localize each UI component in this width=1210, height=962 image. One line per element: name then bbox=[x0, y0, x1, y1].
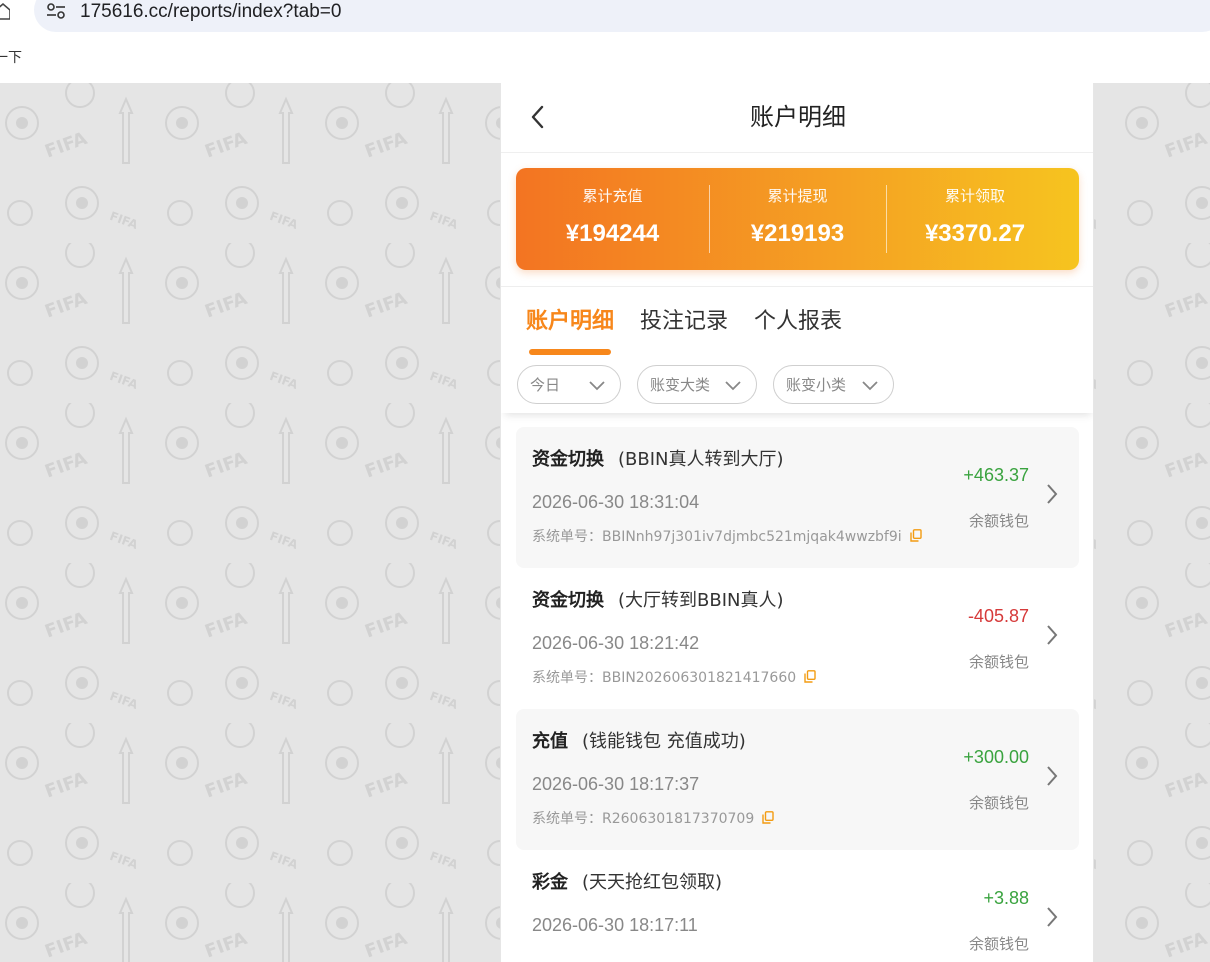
record-amount: +3.88 bbox=[983, 888, 1029, 908]
tab-bar: 账户明细 投注记录 个人报表 bbox=[501, 297, 1093, 357]
tab-indicator bbox=[529, 349, 611, 355]
record-title: 资金切换 (大厅转到BBIN真人) bbox=[532, 588, 784, 614]
record-type: 资金切换 bbox=[532, 449, 604, 470]
page-title: 账户明细 bbox=[750, 103, 846, 131]
chevron-right-icon bbox=[1047, 766, 1058, 786]
app-panel: 账户明细 累计充值 ¥194244 累计提现 ¥219193 累计领取 ¥337… bbox=[500, 83, 1094, 962]
total-claimed-value: ¥3370.27 bbox=[924, 220, 1026, 247]
date-filter-label: 今日 bbox=[530, 376, 561, 394]
tab-bet-records[interactable]: 投注记录 bbox=[640, 307, 728, 337]
chevron-down-icon bbox=[862, 381, 878, 391]
chevron-right-icon bbox=[1047, 484, 1058, 504]
record-wallet: 余额钱包 bbox=[968, 512, 1029, 530]
record-time: 2026-06-30 18:21:42 bbox=[532, 633, 700, 653]
nav-bar: 账户明细 bbox=[501, 83, 1093, 153]
record-type: 彩金 bbox=[532, 872, 568, 893]
total-deposit-value: ¥194244 bbox=[565, 220, 660, 247]
copy-icon[interactable] bbox=[909, 529, 922, 542]
list-item[interactable]: 充值 (钱能钱包 充值成功) 2026-06-30 18:17:37 系统单号：R… bbox=[516, 709, 1079, 850]
order-number: BBIN202606301821417660 bbox=[602, 670, 797, 686]
record-title: 资金切换 (BBIN真人转到大厅) bbox=[532, 447, 784, 473]
record-title: 充值 (钱能钱包 充值成功) bbox=[532, 729, 746, 755]
tab-personal-report[interactable]: 个人报表 bbox=[754, 307, 842, 337]
copy-icon[interactable] bbox=[762, 811, 774, 824]
url-text[interactable]: 175616.cc/reports/index?tab=0 bbox=[80, 0, 341, 24]
category-filter-label: 账变大类 bbox=[650, 376, 711, 394]
record-order: 系统单号：BBIN202606301821417660 bbox=[532, 668, 816, 688]
summary-card: 累计充值 ¥194244 累计提现 ¥219193 累计领取 ¥3370.27 bbox=[516, 168, 1079, 270]
chevron-right-icon bbox=[1047, 625, 1058, 645]
total-deposit-label: 累计充值 bbox=[582, 187, 643, 205]
record-title: 彩金 (天天抢红包领取) bbox=[532, 870, 722, 896]
record-amount: +463.37 bbox=[963, 465, 1029, 485]
record-wallet: 余额钱包 bbox=[968, 935, 1029, 953]
record-type: 资金切换 bbox=[532, 590, 604, 611]
record-order: 系统单号：BBINnh97j301iv7djmbc521mjqak4wwzbf9… bbox=[532, 527, 922, 547]
divider bbox=[501, 286, 1093, 287]
total-claimed-label: 累计领取 bbox=[944, 187, 1005, 205]
browser-toolbar: 175616.cc/reports/index?tab=0 bbox=[0, 0, 1210, 36]
bookmark-bar bbox=[0, 36, 1210, 83]
order-number: BBINnh97j301iv7djmbc521mjqak4wwzbf9i bbox=[602, 529, 902, 545]
record-detail: (大厅转到BBIN真人) bbox=[618, 590, 784, 611]
subcategory-filter-dropdown[interactable]: 账变小类 bbox=[773, 365, 894, 404]
chevron-down-icon bbox=[589, 381, 605, 391]
home-icon[interactable] bbox=[0, 2, 10, 20]
record-detail: (BBIN真人转到大厅) bbox=[618, 449, 784, 470]
total-withdraw-label: 累计提现 bbox=[767, 187, 828, 205]
order-label: 系统单号： bbox=[532, 670, 602, 686]
record-detail: (天天抢红包领取) bbox=[582, 872, 723, 893]
site-settings-icon[interactable] bbox=[46, 2, 66, 20]
chevron-down-icon bbox=[725, 381, 741, 391]
filter-bar: 今日 账变大类 账变小类 bbox=[501, 363, 1093, 413]
record-detail: (钱能钱包 充值成功) bbox=[582, 731, 746, 752]
order-label: 系统单号： bbox=[532, 529, 602, 545]
copy-icon[interactable] bbox=[804, 670, 816, 683]
list-item[interactable]: 资金切换 (BBIN真人转到大厅) 2026-06-30 18:31:04 系统单… bbox=[516, 427, 1079, 568]
record-wallet: 余额钱包 bbox=[968, 794, 1029, 812]
list-item[interactable]: 彩金 (天天抢红包领取) 2026-06-30 18:17:11 +3.88 余额… bbox=[516, 850, 1079, 962]
total-deposit: 累计充值 ¥194244 bbox=[516, 168, 709, 270]
date-filter-dropdown[interactable]: 今日 bbox=[517, 365, 621, 404]
category-filter-dropdown[interactable]: 账变大类 bbox=[637, 365, 757, 404]
order-number: R2606301817370709 bbox=[602, 811, 755, 827]
bookmark-item[interactable]: 一下 bbox=[0, 48, 22, 68]
order-label: 系统单号： bbox=[532, 811, 602, 827]
record-time: 2026-06-30 18:17:11 bbox=[532, 915, 698, 935]
record-time: 2026-06-30 18:17:37 bbox=[532, 774, 700, 794]
record-amount: +300.00 bbox=[963, 747, 1029, 767]
record-time: 2026-06-30 18:31:04 bbox=[532, 492, 700, 512]
record-order: 系统单号：R2606301817370709 bbox=[532, 809, 774, 829]
record-wallet: 余额钱包 bbox=[968, 653, 1029, 671]
record-amount: -405.87 bbox=[967, 606, 1029, 626]
chevron-right-icon bbox=[1047, 907, 1058, 927]
list-item[interactable]: 资金切换 (大厅转到BBIN真人) 2026-06-30 18:21:42 系统单… bbox=[516, 568, 1079, 709]
record-type: 充值 bbox=[532, 731, 568, 752]
tab-account-details[interactable]: 账户明细 bbox=[526, 307, 614, 337]
total-withdraw: 累计提现 ¥219193 bbox=[709, 168, 886, 270]
subcategory-filter-label: 账变小类 bbox=[786, 376, 847, 394]
total-claimed: 累计领取 ¥3370.27 bbox=[886, 168, 1064, 270]
total-withdraw-value: ¥219193 bbox=[750, 220, 845, 247]
